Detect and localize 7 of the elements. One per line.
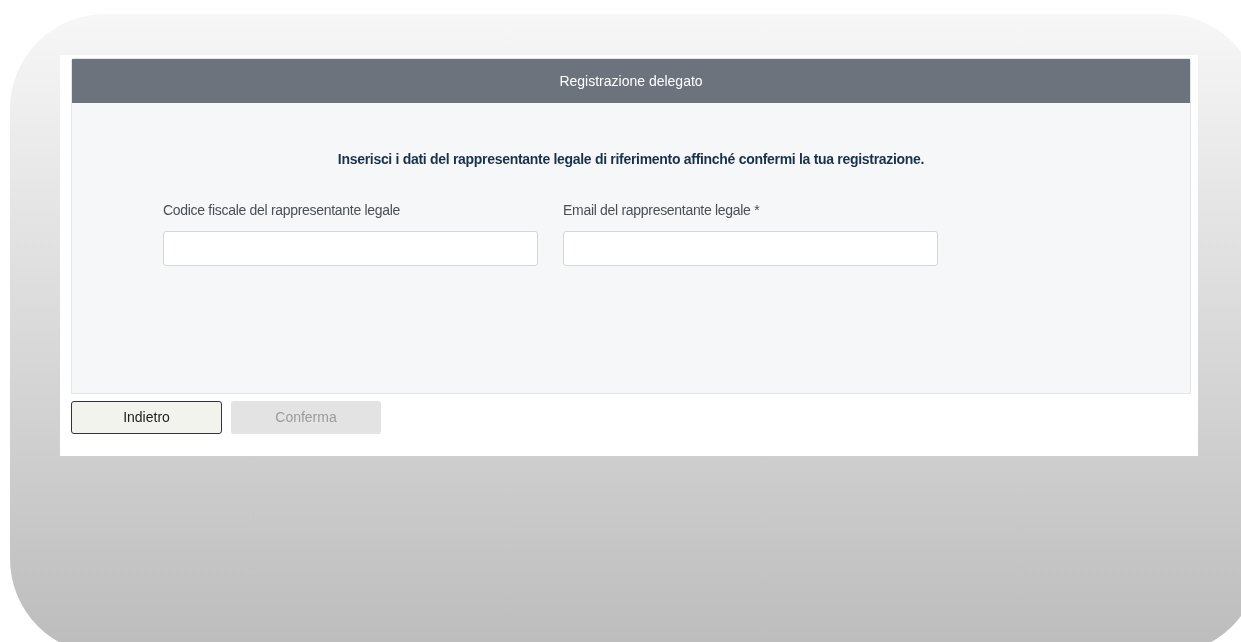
back-button[interactable]: Indietro bbox=[71, 401, 222, 434]
field-label: Codice fiscale del rappresentante legale bbox=[163, 201, 402, 220]
card-title: Registrazione delegato bbox=[72, 59, 1190, 103]
input-field[interactable] bbox=[563, 231, 938, 266]
field-label: Email del rappresentante legale * bbox=[563, 201, 761, 220]
input-field[interactable] bbox=[163, 231, 538, 266]
instruction-text: Inserisci i dati del rappresentante legale di riferimento affinché confermi la tua registrazione. bbox=[336, 150, 926, 169]
